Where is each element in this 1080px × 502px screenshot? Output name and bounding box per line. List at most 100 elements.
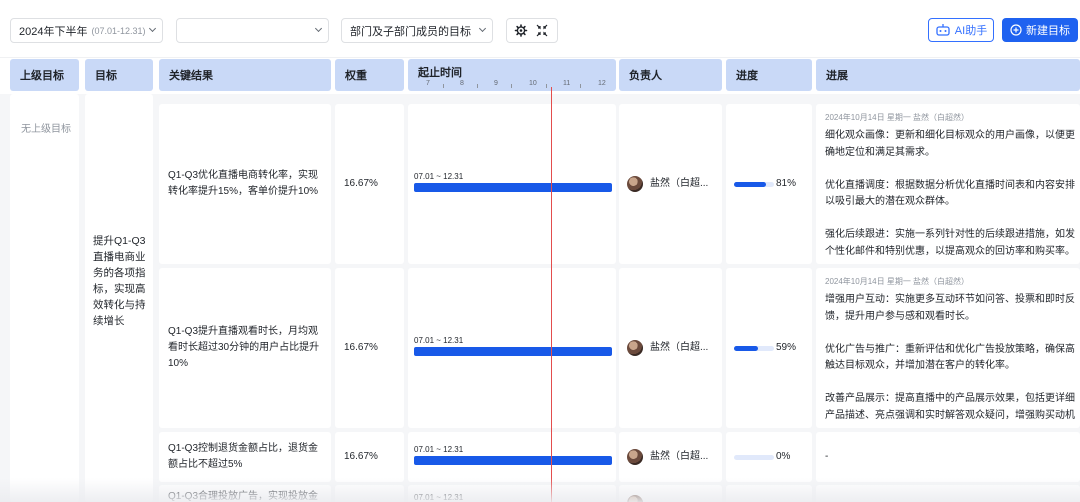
key-result-line: Q1-Q3提升直播观看时长，月均观 (168, 326, 319, 337)
update-line: 确地定位和满足其需求。 (825, 146, 935, 158)
updates-cell[interactable]: 2024年10月14日 星期一 盐然（白超然） 增强用户互动：实施更多互动环节如问… (816, 268, 1080, 428)
header-owner: 负责人 (619, 59, 722, 91)
objective-text-line: 标，实现高 (93, 283, 146, 295)
time-range-bar[interactable] (414, 456, 612, 465)
key-result-cell[interactable]: Q1-Q3提升直播观看时长，月均观 看时长超过30分钟的用户占比提升 10% (159, 268, 331, 428)
owner-cell[interactable]: 盐然（白超... (619, 432, 722, 482)
progress-fill (734, 182, 766, 187)
time-range-cell[interactable]: 07.01 ~ 12.31 (408, 432, 616, 482)
new-objective-button[interactable]: 新建目标 (1002, 18, 1078, 42)
header-key-result: 关键结果 (159, 59, 331, 91)
ai-assistant-label: AI助手 (954, 25, 988, 37)
time-range-label: 07.01 ~ 12.31 (414, 172, 464, 181)
weight-cell[interactable]: 16.67% (335, 432, 404, 482)
header-objective: 目标 (85, 59, 153, 91)
header-progress-label: 进度 (736, 70, 758, 82)
time-range-cell[interactable]: 07.01 ~ 12.31 (408, 104, 616, 264)
timeline-tick-divider (443, 84, 444, 88)
weight-cell[interactable]: 16.67% (335, 268, 404, 428)
objective-text-line: 效转化与持 (93, 299, 146, 311)
bottom-fade (0, 478, 1080, 502)
chevron-down-icon (478, 24, 487, 33)
parent-objective-cell[interactable]: 无上级目标 (10, 94, 79, 502)
chevron-down-icon (314, 24, 323, 33)
timeline-ticks: 7 8 9 10 11 12 (408, 80, 616, 90)
header-weight-label: 权重 (345, 70, 367, 82)
progress-cell[interactable]: 59% (726, 268, 812, 428)
weight-cell[interactable]: 16.67% (335, 104, 404, 264)
update-text: 细化观众画像：更新和细化目标观众的用户画像，以便更 确地定位和满足其需求。 优化直播… (825, 128, 1075, 260)
owner-cell[interactable]: 盐然（白超... (619, 104, 722, 264)
timeline-tick: 9 (494, 80, 498, 87)
time-range-cell[interactable]: 07.01 ~ 12.31 (408, 268, 616, 428)
filter-select[interactable] (176, 18, 329, 43)
timeline-tick-divider (511, 84, 512, 88)
updates-cell[interactable]: - (816, 432, 1080, 482)
plus-circle-icon (1010, 24, 1022, 36)
time-range-label: 07.01 ~ 12.31 (414, 445, 464, 454)
update-line (825, 375, 1075, 392)
key-result-text: Q1-Q3提升直播观看时长，月均观 看时长超过30分钟的用户占比提升 10% (168, 324, 319, 372)
update-line: 馈，提升用户参与感和观看时长。 (825, 310, 975, 322)
key-result-cell[interactable]: Q1-Q3优化直播电商转化率，实现 转化率提升15%，客单价提升10% (159, 104, 331, 264)
update-line (825, 325, 1075, 342)
progress-value: 59% (776, 342, 797, 353)
robot-icon (936, 24, 950, 36)
progress-track (734, 455, 774, 460)
objective-text-line: 续增长 (93, 315, 125, 327)
collapse-icon[interactable] (533, 19, 555, 42)
update-line: 细化观众画像：更新和细化目标观众的用户画像，以便更 (825, 130, 1075, 141)
ai-assistant-button[interactable]: AI助手 (928, 18, 994, 42)
header-objective-label: 目标 (95, 70, 117, 82)
objective-text: 提升Q1-Q3 直播电商业 务的各项指 标，实现高 效转化与持 续增长 (93, 233, 146, 329)
key-result-line: Q1-Q3控制退货金额占比，退货金 (168, 443, 319, 454)
progress-cell[interactable]: 0% (726, 432, 812, 482)
time-range-bar[interactable] (414, 347, 612, 356)
update-line: 产品描述、亮点强调和实时解答观众疑问，增强购买动机 (825, 409, 1075, 421)
progress-track (734, 346, 774, 351)
update-meta: 2024年10月14日 星期一 盐然（白超然） (825, 277, 970, 286)
update-line (825, 211, 1075, 228)
key-result-line: 10% (168, 358, 189, 369)
timeline-tick: 8 (460, 80, 464, 87)
today-marker (551, 87, 552, 502)
settings-gear-icon[interactable] (507, 19, 533, 42)
header-weight: 权重 (335, 59, 404, 91)
timeline-tick: 11 (563, 80, 571, 87)
key-result-line: 额占比不超过5% (168, 459, 243, 470)
timeline-tick: 10 (529, 80, 537, 87)
progress-fill (734, 346, 758, 351)
key-result-line: Q1-Q3优化直播电商转化率，实现 (168, 170, 319, 181)
update-line: 优化广告与推广：重新评估和优化广告投放策略，确保高 (825, 343, 1075, 355)
progress-value: 0% (776, 451, 791, 462)
objective-text-line: 提升Q1-Q3 (93, 235, 146, 247)
objective-cell[interactable]: 提升Q1-Q3 直播电商业 务的各项指 标，实现高 效转化与持 续增长 (85, 94, 153, 502)
update-line: 改善产品展示：提高直播中的产品展示效果，包括更详细 (825, 393, 1075, 404)
owner-avatar (627, 340, 643, 356)
header-owner-label: 负责人 (629, 70, 662, 82)
header-parent-label: 上级目标 (20, 70, 64, 82)
timeline-tick-divider (546, 84, 547, 88)
owner-name: 盐然（白超... (650, 342, 709, 353)
owner-cell[interactable]: 盐然（白超... (619, 268, 722, 428)
chevron-down-icon (148, 24, 157, 33)
owner-name: 盐然（白超... (650, 178, 709, 189)
update-line: 增强用户互动：实施更多互动环节如问答、投票和即时反 (825, 294, 1075, 305)
timeline-tick: 7 (426, 80, 430, 87)
update-line: 以吸引最大的潜在观众群体。 (825, 196, 955, 207)
updates-cell[interactable]: 2024年10月14日 星期一 盐然（白超然） 细化观众画像：更新和细化目标观众的… (816, 104, 1080, 264)
objective-text-line: 直播电商业 (93, 251, 146, 263)
time-range-bar[interactable] (414, 183, 612, 192)
update-line: 个性化邮件和特别优惠，以提高观众的回访率和购买率。 (825, 245, 1075, 257)
period-range: (07.01-12.31) (91, 25, 146, 36)
header-updates: 进展 (816, 59, 1080, 91)
update-text: 增强用户互动：实施更多互动环节如问答、投票和即时反 馈，提升用户参与感和观看时长。… (825, 292, 1075, 424)
key-result-cell[interactable]: Q1-Q3控制退货金额占比，退货金 额占比不超过5% (159, 432, 331, 482)
header-parent-objective: 上级目标 (10, 59, 79, 91)
period-select[interactable]: 2024年下半年 (07.01-12.31) (10, 18, 163, 43)
update-empty: - (825, 451, 829, 462)
owner-avatar (627, 176, 643, 192)
progress-cell[interactable]: 81% (726, 104, 812, 264)
scope-select[interactable]: 部门及子部门成员的目标 (341, 18, 493, 43)
weight-value: 16.67% (344, 178, 378, 189)
